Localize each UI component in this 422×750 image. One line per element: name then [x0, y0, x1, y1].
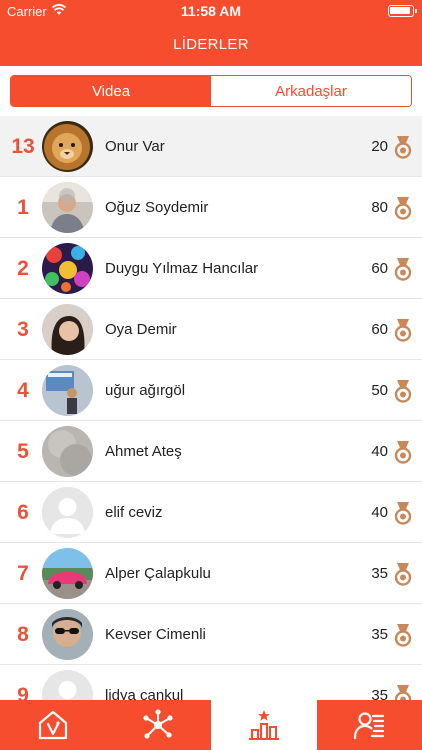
rank-number: 6 [17, 500, 29, 524]
avatar [42, 487, 93, 538]
leaderboard-row[interactable]: 6 elif ceviz 40 [0, 482, 422, 543]
leaderboard-row[interactable]: 1 Oğuz Soydemir 80 [0, 177, 422, 238]
score-value: 35 [371, 626, 388, 643]
medal-icon [394, 441, 412, 464]
user-name: Duygu Yılmaz Hancılar [105, 260, 259, 277]
medal-icon [394, 563, 412, 586]
leaderboard-row[interactable]: 3 Oya Demir 60 [0, 299, 422, 360]
score-value: 60 [371, 260, 388, 277]
rank-number: 3 [17, 317, 29, 341]
avatar [42, 670, 93, 700]
leaderboard-row[interactable]: 4 uğur ağırgöl 50 [0, 360, 422, 421]
rank-number: 8 [17, 622, 29, 646]
avatar [42, 121, 93, 172]
network-icon [143, 709, 173, 739]
avatar [42, 243, 93, 294]
leaderboard-row[interactable]: 8 Kevser Cimenli 35 [0, 604, 422, 665]
user-name: lidya cankul [105, 687, 184, 700]
leaderboard-icon [248, 710, 279, 740]
avatar [42, 609, 93, 660]
tab-bar [0, 700, 422, 750]
user-name: uğur ağırgöl [105, 382, 186, 399]
avatar [42, 365, 93, 416]
user-name: Onur Var [105, 138, 165, 155]
status-bar: Carrier 11:58 AM [0, 0, 422, 22]
app-header: Carrier 11:58 AM LİDERLER [0, 0, 422, 66]
score-value: 40 [371, 443, 388, 460]
rank-number: 4 [17, 378, 29, 402]
user-name: Oya Demir [105, 321, 177, 338]
user-name: Alper Çalapkulu [105, 565, 211, 582]
leaderboard-row[interactable]: 5 Ahmet Ateş 40 [0, 421, 422, 482]
segment-arkadaslar[interactable]: Arkadaşlar [211, 76, 411, 106]
leaderboard-list: 13 Onur Var 20 1 Oğuz Soydemir 80 2 Duygu Yılma… [0, 116, 422, 700]
medal-icon [394, 624, 412, 647]
leaderboard-row[interactable]: 7 Alper Çalapkulu 35 [0, 543, 422, 604]
profile-list-icon [354, 712, 385, 740]
leaderboard-row[interactable]: 2 Duygu Yılmaz Hancılar 60 [0, 238, 422, 299]
score-value: 20 [371, 138, 388, 155]
tab-profile[interactable] [317, 700, 422, 750]
tab-network[interactable] [106, 700, 212, 750]
avatar [42, 304, 93, 355]
rank-number: 7 [17, 561, 29, 585]
medal-icon [394, 258, 412, 281]
tab-home[interactable] [0, 700, 106, 750]
user-name: Kevser Cimenli [105, 626, 206, 643]
score-value: 35 [371, 565, 388, 582]
clock: 11:58 AM [180, 3, 242, 19]
medal-icon [394, 136, 412, 159]
score-value: 40 [371, 504, 388, 521]
segment-videa[interactable]: Videa [11, 76, 211, 106]
medal-icon [394, 197, 412, 220]
score-value: 60 [371, 321, 388, 338]
leaderboard-row[interactable]: 9 lidya cankul 35 [0, 665, 422, 700]
user-name: Oğuz Soydemir [105, 199, 209, 216]
medal-icon [394, 685, 412, 700]
medal-icon [394, 502, 412, 525]
leaderboard-row[interactable]: 13 Onur Var 20 [0, 116, 422, 177]
avatar [42, 426, 93, 477]
medal-icon [394, 380, 412, 403]
user-name: Ahmet Ateş [105, 443, 182, 460]
avatar [42, 548, 93, 599]
rank-number: 13 [11, 134, 35, 158]
user-name: elif ceviz [105, 504, 163, 521]
tab-leaderboard[interactable] [211, 700, 317, 750]
medal-icon [394, 319, 412, 342]
page-title: LİDERLER [173, 36, 249, 53]
rank-number: 5 [17, 439, 29, 463]
home-video-icon [38, 710, 67, 740]
rank-number: 9 [17, 683, 29, 701]
score-value: 80 [371, 199, 388, 216]
rank-number: 1 [17, 195, 29, 219]
score-value: 35 [371, 687, 388, 700]
rank-number: 2 [17, 256, 29, 280]
avatar [42, 182, 93, 233]
segmented-control: Videa Arkadaşlar [10, 75, 412, 107]
score-value: 50 [371, 382, 388, 399]
battery-icon [388, 5, 417, 17]
